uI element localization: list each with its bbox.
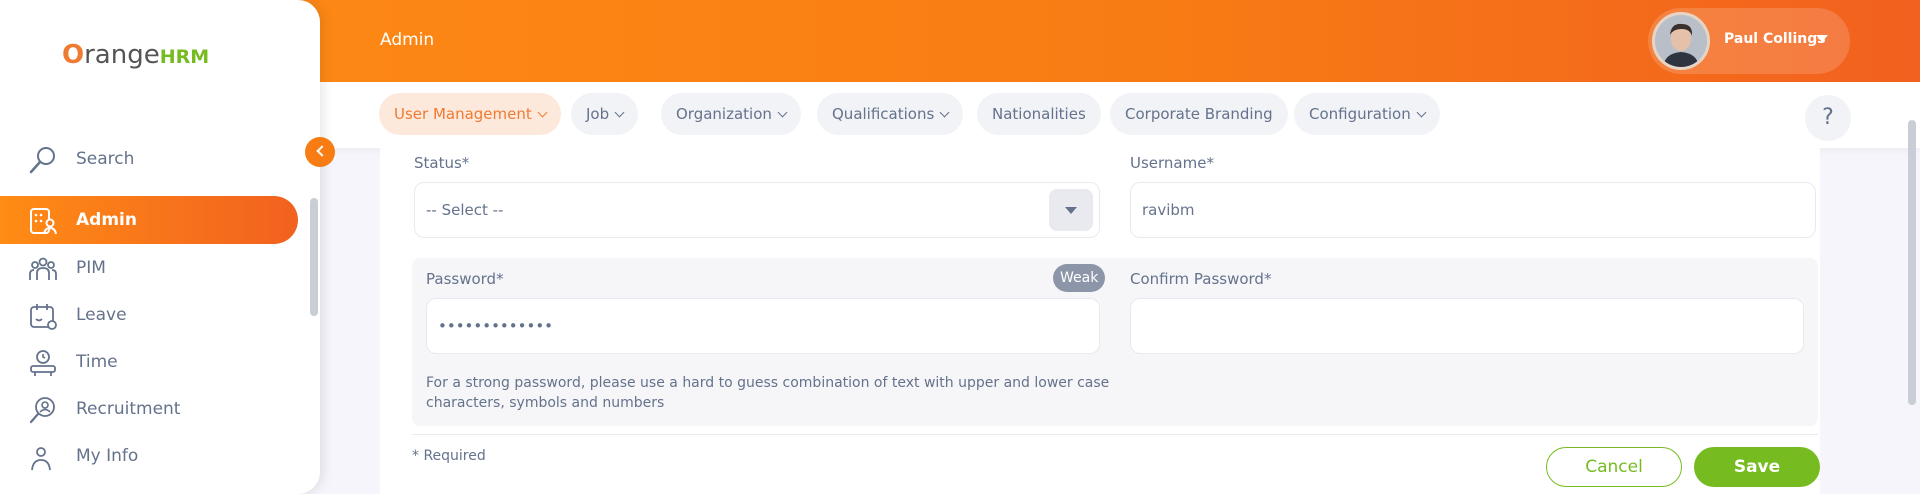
recruitment-icon: [29, 397, 55, 424]
tab-label: Configuration: [1309, 105, 1411, 123]
user-name: Paul Collings: [1724, 31, 1826, 47]
tab-label: Corporate Branding: [1125, 105, 1273, 123]
tab-label: Job: [586, 105, 610, 123]
tab-qualifications[interactable]: Qualifications: [817, 93, 964, 135]
sidebar-scrollbar[interactable]: [310, 198, 318, 316]
sidebar-item-label: Time: [76, 352, 118, 372]
divider: [412, 434, 1818, 435]
admin-icon: [30, 208, 57, 235]
tab-label: Organization: [676, 105, 772, 123]
chevron-down-icon: [537, 107, 548, 118]
password-hint: For a strong password, please use a hard…: [426, 373, 1126, 413]
confirm-password-input[interactable]: [1130, 298, 1804, 354]
sidebar-search[interactable]: Search: [0, 135, 298, 183]
sidebar-item-myinfo[interactable]: My Info: [0, 432, 298, 480]
confirm-password-label: Confirm Password*: [1130, 270, 1272, 288]
username-value: ravibm: [1142, 201, 1195, 219]
chevron-left-icon: [316, 145, 328, 157]
chevron-down-icon: [939, 107, 950, 118]
username-label: Username*: [1130, 154, 1214, 172]
password-input[interactable]: •••••••••••••: [426, 298, 1100, 354]
user-dropdown[interactable]: Paul Collings: [1648, 8, 1850, 74]
sidebar-item-admin[interactable]: Admin: [0, 196, 298, 244]
caret-down-icon: [1816, 35, 1828, 42]
required-note: * Required: [412, 448, 486, 464]
add-user-form: Status* -- Select -- Username* ravibm Pa…: [380, 148, 1820, 494]
sidebar-search-label: Search: [76, 149, 135, 169]
chevron-down-icon: [1416, 107, 1427, 118]
time-icon: [30, 350, 56, 376]
sidebar-item-recruitment[interactable]: Recruitment: [0, 385, 298, 433]
sidebar-item-label: My Info: [76, 446, 139, 466]
password-hint-line: For a strong password, please use a hard…: [426, 375, 1110, 391]
tab-label: Nationalities: [992, 105, 1086, 123]
tab-job[interactable]: Job: [571, 93, 639, 135]
tab-nationalities[interactable]: Nationalities: [977, 93, 1101, 135]
tab-organization[interactable]: Organization: [661, 93, 801, 135]
caret-down-icon: [1065, 207, 1077, 214]
cancel-button[interactable]: Cancel: [1546, 447, 1682, 487]
status-select[interactable]: -- Select --: [414, 182, 1100, 238]
tab-corporate-branding[interactable]: Corporate Branding: [1110, 93, 1288, 135]
password-hint-line: characters, symbols and numbers: [426, 395, 665, 411]
chevron-down-icon: [614, 107, 625, 118]
help-button[interactable]: ?: [1805, 95, 1851, 141]
leave-icon: [30, 304, 57, 330]
sidebar-item-label: PIM: [76, 258, 106, 278]
password-value: •••••••••••••: [438, 317, 554, 335]
password-strength-badge: Weak: [1053, 264, 1106, 292]
tab-user-management[interactable]: User Management: [379, 93, 561, 135]
page-scrollbar[interactable]: [1908, 120, 1916, 405]
sidebar-item-label: Recruitment: [76, 399, 181, 419]
status-select-value: -- Select --: [426, 201, 504, 219]
search-icon: [29, 147, 55, 174]
tab-label: User Management: [394, 105, 532, 123]
sidebar-item-pim[interactable]: PIM: [0, 244, 298, 292]
tab-label: Qualifications: [832, 105, 935, 123]
sidebar-item-label: Admin: [76, 210, 137, 230]
sidebar-item-label: Leave: [76, 305, 127, 325]
avatar-image: [1655, 15, 1707, 67]
orangehrm-logo: OrangeHRM: [62, 40, 210, 70]
avatar: [1652, 12, 1710, 70]
page-title: Admin: [380, 30, 435, 50]
username-input[interactable]: ravibm: [1130, 182, 1816, 238]
tab-configuration[interactable]: Configuration: [1294, 93, 1440, 135]
myinfo-icon: [31, 447, 51, 471]
password-label: Password*: [426, 270, 504, 288]
sidebar-item-time[interactable]: Time: [0, 338, 298, 386]
collapse-sidebar-button[interactable]: [305, 137, 335, 167]
sidebar-item-leave[interactable]: Leave: [0, 291, 298, 339]
chevron-down-icon: [777, 107, 788, 118]
status-label: Status*: [414, 154, 470, 172]
save-button[interactable]: Save: [1694, 447, 1820, 487]
select-toggle[interactable]: [1049, 189, 1093, 231]
top-menu: User Management Job Organization Qualifi…: [320, 82, 1920, 148]
sidebar: OrangeHRM Search Admin PIM Leave Time Re…: [0, 0, 320, 494]
people-icon: [29, 257, 57, 280]
